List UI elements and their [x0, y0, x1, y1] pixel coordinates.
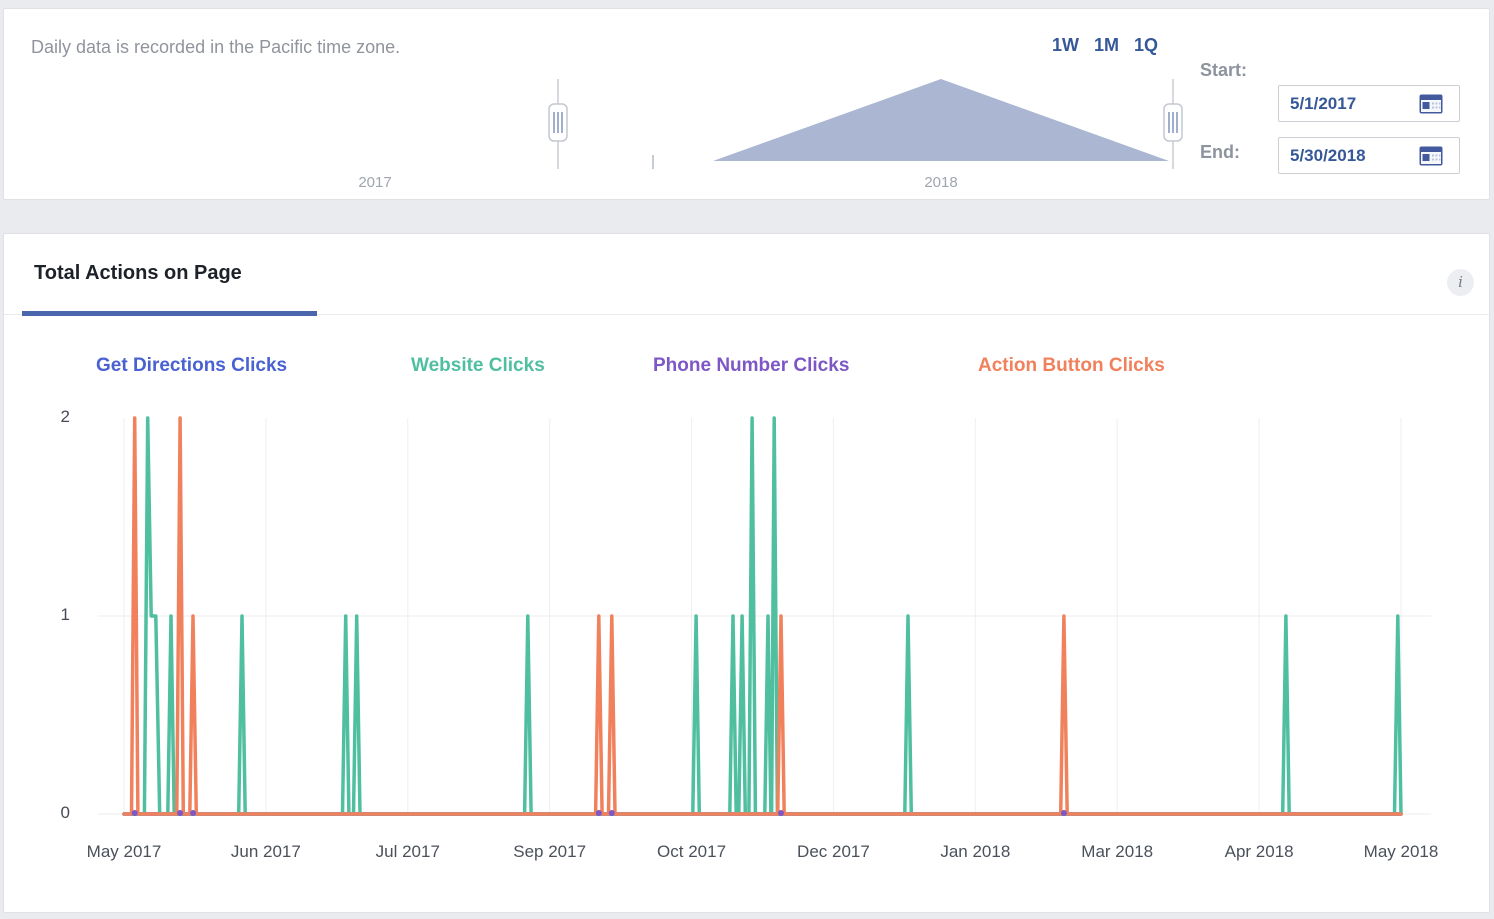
date-range-card: Daily data is recorded in the Pacific ti…: [3, 8, 1490, 200]
x-axis-label: Sep 2017: [505, 842, 595, 862]
end-label: End:: [1200, 142, 1240, 163]
total-actions-panel: Total Actions on Page i Get Directions C…: [3, 233, 1490, 913]
end-date-field: [1278, 137, 1460, 174]
active-tab-underline: [22, 311, 317, 316]
start-date-field: [1278, 85, 1460, 122]
x-axis-label: Dec 2017: [788, 842, 878, 862]
start-date-input[interactable]: [1279, 94, 1417, 114]
year-label-2017: 2017: [352, 174, 398, 191]
y-axis-label: 0: [44, 803, 70, 823]
x-axis-label: May 2017: [79, 842, 169, 862]
actions-line-chart: 0 1 2 May 2017 Jun 2017 Jul 2017 Sep 2017 Oct …: [4, 234, 1491, 914]
x-axis-label: Mar 2018: [1072, 842, 1162, 862]
timeline-scrubber: [4, 9, 1491, 201]
calendar-icon[interactable]: [1419, 146, 1443, 166]
activity-area-shape: [713, 79, 1169, 161]
x-axis-label: Jun 2017: [221, 842, 311, 862]
left-slider-handle[interactable]: [549, 79, 567, 169]
chart-canvas: [4, 234, 1491, 914]
x-axis-label: May 2018: [1356, 842, 1446, 862]
y-axis-label: 2: [44, 407, 70, 427]
y-axis-label: 1: [44, 605, 70, 625]
x-axis-label: Jan 2018: [930, 842, 1020, 862]
year-label-2018: 2018: [918, 174, 964, 191]
x-axis-label: Jul 2017: [363, 842, 453, 862]
calendar-icon[interactable]: [1419, 94, 1443, 114]
x-axis-label: Apr 2018: [1214, 842, 1304, 862]
start-label: Start:: [1200, 60, 1247, 81]
x-axis-label: Oct 2017: [647, 842, 737, 862]
right-slider-handle[interactable]: [1164, 79, 1182, 169]
end-date-input[interactable]: [1279, 146, 1417, 166]
